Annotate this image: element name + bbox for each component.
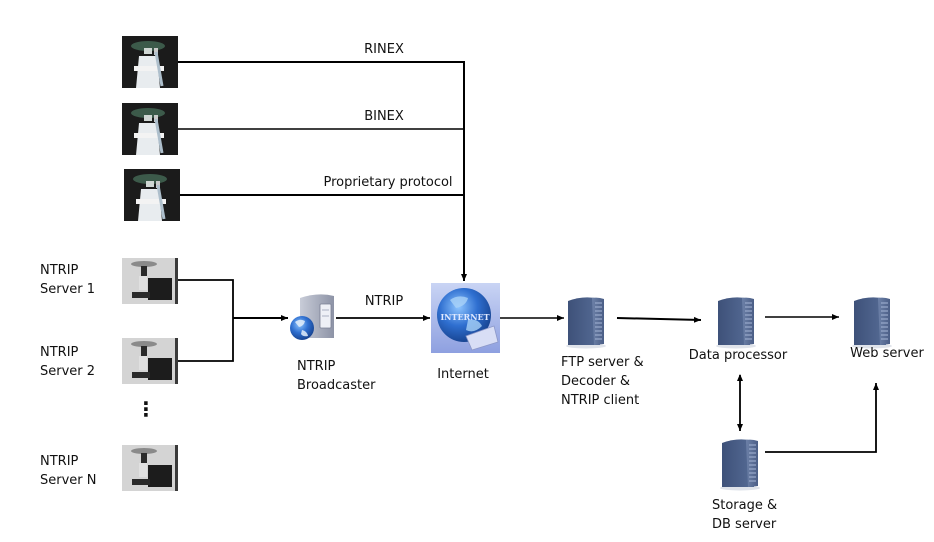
gnss-antenna-icon [122, 103, 178, 155]
internet-badge-text: INTERNET [440, 312, 489, 322]
label-internet: Internet [437, 367, 489, 382]
ftp-server-icon [565, 296, 607, 349]
ntrip-server-device-icon [122, 258, 178, 304]
label-ntrip-server-1: NTRIP Server 1 [40, 263, 96, 297]
web-server-icon [851, 296, 893, 349]
ellipsis-more-servers: ⋮ [136, 397, 156, 421]
label-ntrip-server-2: NTRIP Server 2 [40, 345, 96, 379]
ntrip-server-2-node [122, 338, 178, 384]
edge-storage-to-web [765, 383, 879, 453]
label-binex: BINEX [364, 109, 404, 124]
server-globe-icon [290, 294, 334, 340]
gnss-antenna-icon [122, 36, 178, 88]
receiver-proprietary [124, 169, 180, 221]
ntrip-server-n-node [122, 445, 178, 491]
label-rinex: RINEX [364, 42, 404, 57]
label-ntrip-server-n: NTRIP Server N [40, 454, 97, 488]
receiver-binex [122, 103, 178, 155]
architecture-diagram: INTERNET [122, 36, 893, 491]
ntrip-server-device-icon [122, 445, 178, 491]
label-ftp-server: FTP server & Decoder & NTRIP client [561, 355, 644, 408]
label-data-processor: Data processor [688, 348, 788, 363]
ntrip-server-1-node [122, 258, 178, 304]
label-storage-db-server: Storage & DB server [712, 498, 778, 532]
label-proprietary-protocol: Proprietary protocol [323, 175, 453, 190]
broadcaster-node [290, 294, 334, 340]
data-processor-icon [715, 296, 757, 349]
internet-node: INTERNET [431, 283, 500, 353]
storage-db-server-icon [719, 438, 761, 491]
ntrip-server-device-icon [122, 338, 178, 384]
edge-ntrip-servers-bracket [178, 279, 234, 362]
receiver-rinex [122, 36, 178, 88]
label-ntrip-broadcaster: NTRIP Broadcaster [297, 359, 376, 393]
label-ntrip-edge: NTRIP [364, 294, 404, 309]
label-web-server: Web server [850, 346, 924, 361]
gnss-antenna-icon [124, 169, 180, 221]
edge-ftp-to-processor [616, 316, 702, 323]
internet-globe-icon: INTERNET [431, 283, 500, 353]
